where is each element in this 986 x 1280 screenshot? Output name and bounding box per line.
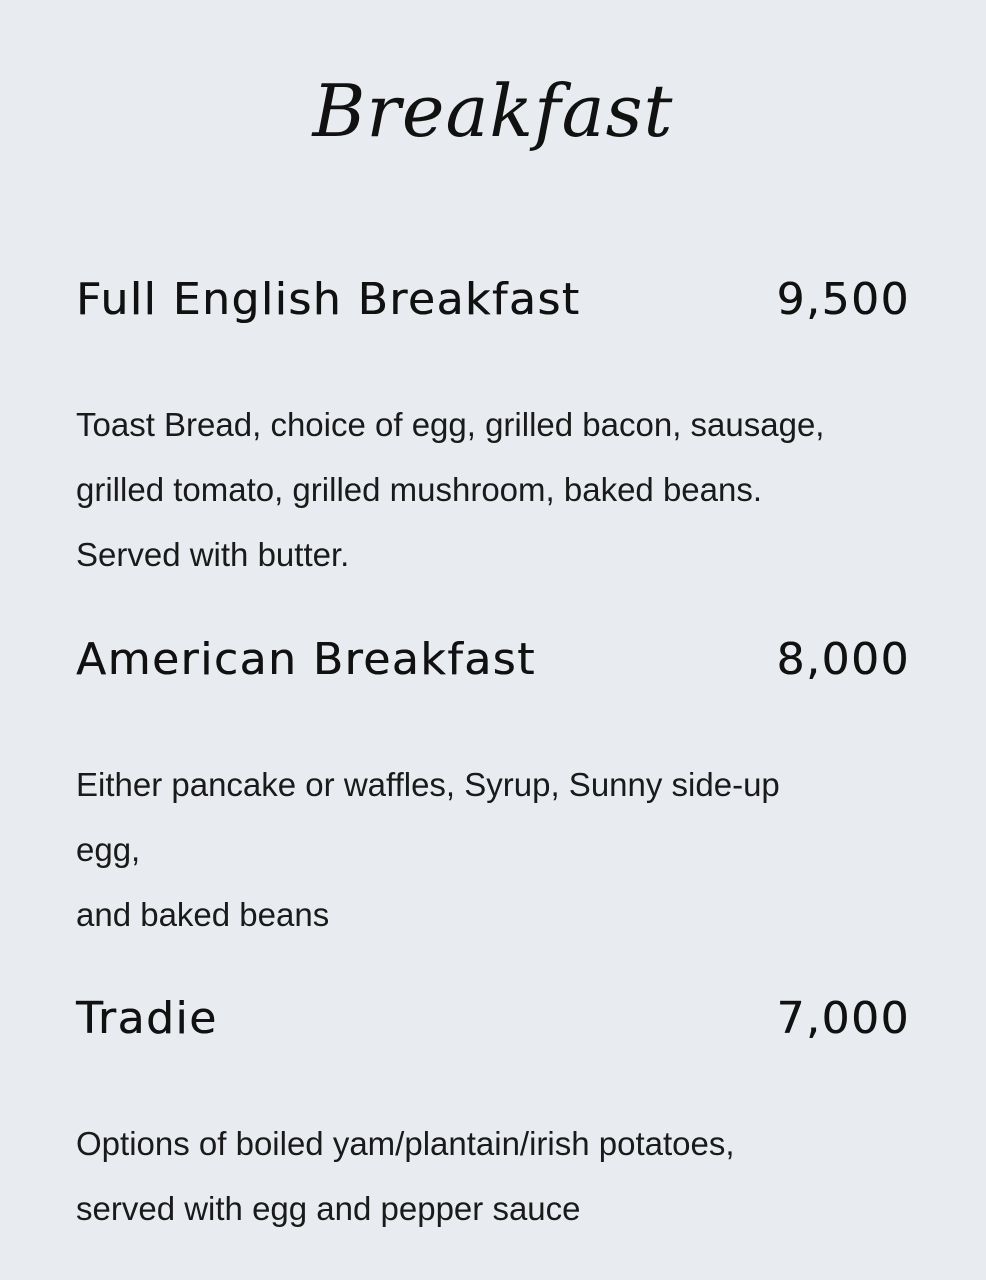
menu-item-description: Toast Bread, choice of egg, grilled baco… — [76, 392, 910, 587]
description-line: served with egg and pepper sauce — [76, 1190, 581, 1227]
menu-item-header: Full English Breakfast 9,500 — [76, 270, 910, 330]
menu-item-price: 7,000 — [776, 993, 910, 1044]
menu-item-name: Full English Breakfast — [76, 274, 581, 325]
menu-item-name: American Breakfast — [76, 634, 536, 685]
description-line: and baked beans — [76, 896, 330, 933]
menu-item-header: American Breakfast 8,000 — [76, 630, 910, 690]
menu-item-full-english-breakfast: Full English Breakfast 9,500 Toast Bread… — [76, 270, 910, 587]
description-line: Options of boiled yam/plantain/irish pot… — [76, 1125, 735, 1162]
menu-item-name: Tradie — [76, 993, 218, 1044]
menu-item-price: 9,500 — [776, 274, 910, 325]
description-line: grilled tomato, grilled mushroom, baked … — [76, 471, 763, 508]
description-line: Either pancake or waffles, Syrup, Sunny … — [76, 766, 780, 803]
description-line: Toast Bread, choice of egg, grilled baco… — [76, 406, 825, 443]
menu-item-header: Tradie 7,000 — [76, 989, 910, 1049]
menu-title: Breakfast — [312, 69, 674, 153]
menu-page: Breakfast Full English Breakfast 9,500 T… — [0, 0, 986, 1280]
menu-item-american-breakfast: American Breakfast 8,000 Either pancake … — [76, 630, 910, 947]
description-line: Served with butter. — [76, 536, 350, 573]
menu-item-description: Either pancake or waffles, Syrup, Sunny … — [76, 752, 910, 947]
menu-item-tradie: Tradie 7,000 Options of boiled yam/plant… — [76, 989, 910, 1241]
menu-item-price: 8,000 — [776, 634, 910, 685]
description-line: egg, — [76, 831, 141, 868]
menu-item-description: Options of boiled yam/plantain/irish pot… — [76, 1111, 910, 1241]
